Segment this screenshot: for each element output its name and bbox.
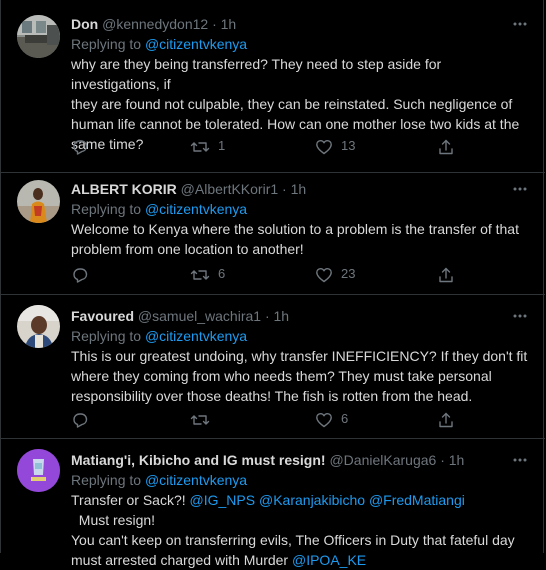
user-handle[interactable]: @kennedydon12 xyxy=(102,16,208,32)
tweet-text-segment: must arrested charged with Murder xyxy=(71,552,292,568)
avatar[interactable] xyxy=(17,180,60,223)
share-button[interactable] xyxy=(437,264,455,284)
avatar-image-portrait xyxy=(17,305,60,348)
retweet-icon xyxy=(190,269,210,280)
more-icon[interactable] xyxy=(511,180,529,198)
heart-icon xyxy=(316,267,332,282)
tweet-text: This is our greatest undoing, why transf… xyxy=(71,346,531,406)
user-handle[interactable]: @DanielKaruga6 xyxy=(329,452,436,468)
tweet-text: Transfer or Sack?! @IG_NPS @Karanjakibic… xyxy=(71,490,531,570)
timestamp[interactable]: 1h xyxy=(449,452,465,468)
tweet-actions: 6 xyxy=(71,409,453,429)
avatar[interactable] xyxy=(17,449,60,492)
display-name[interactable]: Don xyxy=(71,16,98,32)
share-button[interactable] xyxy=(437,136,455,156)
tweet[interactable]: Don @kennedydon12 · 1h Replying to @citi… xyxy=(1,0,545,173)
share-icon xyxy=(439,267,453,282)
separator-dot: · xyxy=(261,308,274,324)
replying-to-label: Replying to xyxy=(71,201,145,217)
replying-to-label: Replying to xyxy=(71,472,145,488)
retweet-button[interactable]: 1 xyxy=(190,136,225,156)
retweet-button[interactable] xyxy=(190,409,218,429)
retweet-count: 6 xyxy=(218,266,226,281)
share-icon xyxy=(439,139,453,154)
reply-button[interactable] xyxy=(71,264,89,284)
avatar[interactable] xyxy=(17,305,60,348)
avatar-image-person xyxy=(17,180,60,223)
tweet-actions: 1 13 xyxy=(71,136,453,156)
tweet-text-line: where they coming from who needs them? T… xyxy=(71,368,492,384)
replies-timeline: Don @kennedydon12 · 1h Replying to @citi… xyxy=(0,0,545,568)
replying-to: Replying to @citizentvkenya xyxy=(71,470,531,490)
tweet-text: Welcome to Kenya where the solution to a… xyxy=(71,219,531,259)
timestamp[interactable]: 1h xyxy=(291,181,307,197)
display-name[interactable]: Favoured xyxy=(71,308,134,324)
tweet[interactable]: ALBERT KORIR @AlbertKKorir1 · 1h Replyin… xyxy=(1,173,545,295)
tweet-text-line: why are they being transferred? They nee… xyxy=(71,56,442,92)
retweet-count: 1 xyxy=(218,138,226,153)
user-handle[interactable]: @AlbertKKorir1 xyxy=(181,181,278,197)
tweet-text-line: You can't keep on transferring evils, Th… xyxy=(71,532,515,548)
like-button[interactable]: 6 xyxy=(315,409,348,429)
separator-dot: · xyxy=(436,452,449,468)
more-icon[interactable] xyxy=(511,307,529,325)
replying-to: Replying to @citizentvkenya xyxy=(71,199,531,219)
replying-to: Replying to @citizentvkenya xyxy=(71,34,531,54)
replying-to-label: Replying to xyxy=(71,36,145,52)
timestamp[interactable]: 1h xyxy=(221,16,237,32)
heart-icon xyxy=(316,412,332,427)
timestamp[interactable]: 1h xyxy=(274,308,290,324)
reply-button[interactable] xyxy=(71,136,89,156)
avatar-image-office xyxy=(17,15,60,58)
retweet-icon xyxy=(190,414,210,425)
tweet-text-line: human life cannot be tolerated. How can … xyxy=(71,116,520,132)
tweet-text-line: This is our greatest undoing, why transf… xyxy=(71,348,528,364)
avatar[interactable] xyxy=(17,15,60,58)
tweet-text-line: Welcome to Kenya where the solution to a… xyxy=(71,221,519,237)
heart-icon xyxy=(316,139,332,154)
mention-link[interactable]: @IPOA_KE xyxy=(292,552,366,568)
replying-to-handle-link[interactable]: @citizentvkenya xyxy=(145,328,247,344)
more-icon[interactable] xyxy=(511,15,529,33)
like-button[interactable]: 23 xyxy=(315,264,355,284)
reply-icon xyxy=(73,139,88,155)
share-button[interactable] xyxy=(437,409,455,429)
replying-to: Replying to @citizentvkenya xyxy=(71,326,531,346)
mention-link[interactable]: @Karanjakibicho xyxy=(259,492,365,508)
display-name[interactable]: Matiang'i, Kibicho and IG must resign! xyxy=(71,452,326,468)
like-count: 13 xyxy=(341,138,356,153)
tweet-text-line: they are found not culpable, they can be… xyxy=(71,96,513,112)
user-handle[interactable]: @samuel_wachira1 xyxy=(138,308,261,324)
replying-to-handle-link[interactable]: @citizentvkenya xyxy=(145,472,247,488)
like-count: 23 xyxy=(341,266,356,281)
like-count: 6 xyxy=(341,411,349,426)
more-icon[interactable] xyxy=(511,451,529,469)
reply-icon xyxy=(73,412,88,428)
tweet-actions: 6 23 xyxy=(71,264,453,284)
retweet-button[interactable]: 6 xyxy=(190,264,225,284)
tweet-text-segment: Transfer or Sack?! xyxy=(71,492,190,508)
share-icon xyxy=(439,412,453,427)
tweet-text-line: must arrested charged with Murder @IPOA_… xyxy=(71,550,531,570)
replying-to-handle-link[interactable]: @citizentvkenya xyxy=(145,36,247,52)
replying-to-label: Replying to xyxy=(71,328,145,344)
tweet-text-line: Transfer or Sack?! @IG_NPS @Karanjakibic… xyxy=(71,490,531,530)
tweet[interactable]: Matiang'i, Kibicho and IG must resign! @… xyxy=(1,439,545,568)
display-name[interactable]: ALBERT KORIR xyxy=(71,181,177,197)
tweet-text-line: problem from one location to another! xyxy=(71,241,304,257)
tweet-text-segment: Must resign! xyxy=(71,512,156,528)
separator-dot: · xyxy=(278,181,291,197)
replying-to-handle-link[interactable]: @citizentvkenya xyxy=(145,201,247,217)
tweet[interactable]: Favoured @samuel_wachira1 · 1h Replying … xyxy=(1,295,545,439)
retweet-icon xyxy=(190,141,210,152)
tweet-text-line: responsibility over those deaths! The fi… xyxy=(71,388,473,404)
reply-button[interactable] xyxy=(71,409,89,429)
mention-link[interactable]: @IG_NPS xyxy=(190,492,256,508)
separator-dot: · xyxy=(208,16,221,32)
mention-link[interactable]: @FredMatiangi xyxy=(369,492,465,508)
reply-icon xyxy=(73,267,88,283)
avatar-image-award xyxy=(17,449,60,492)
like-button[interactable]: 13 xyxy=(315,136,355,156)
